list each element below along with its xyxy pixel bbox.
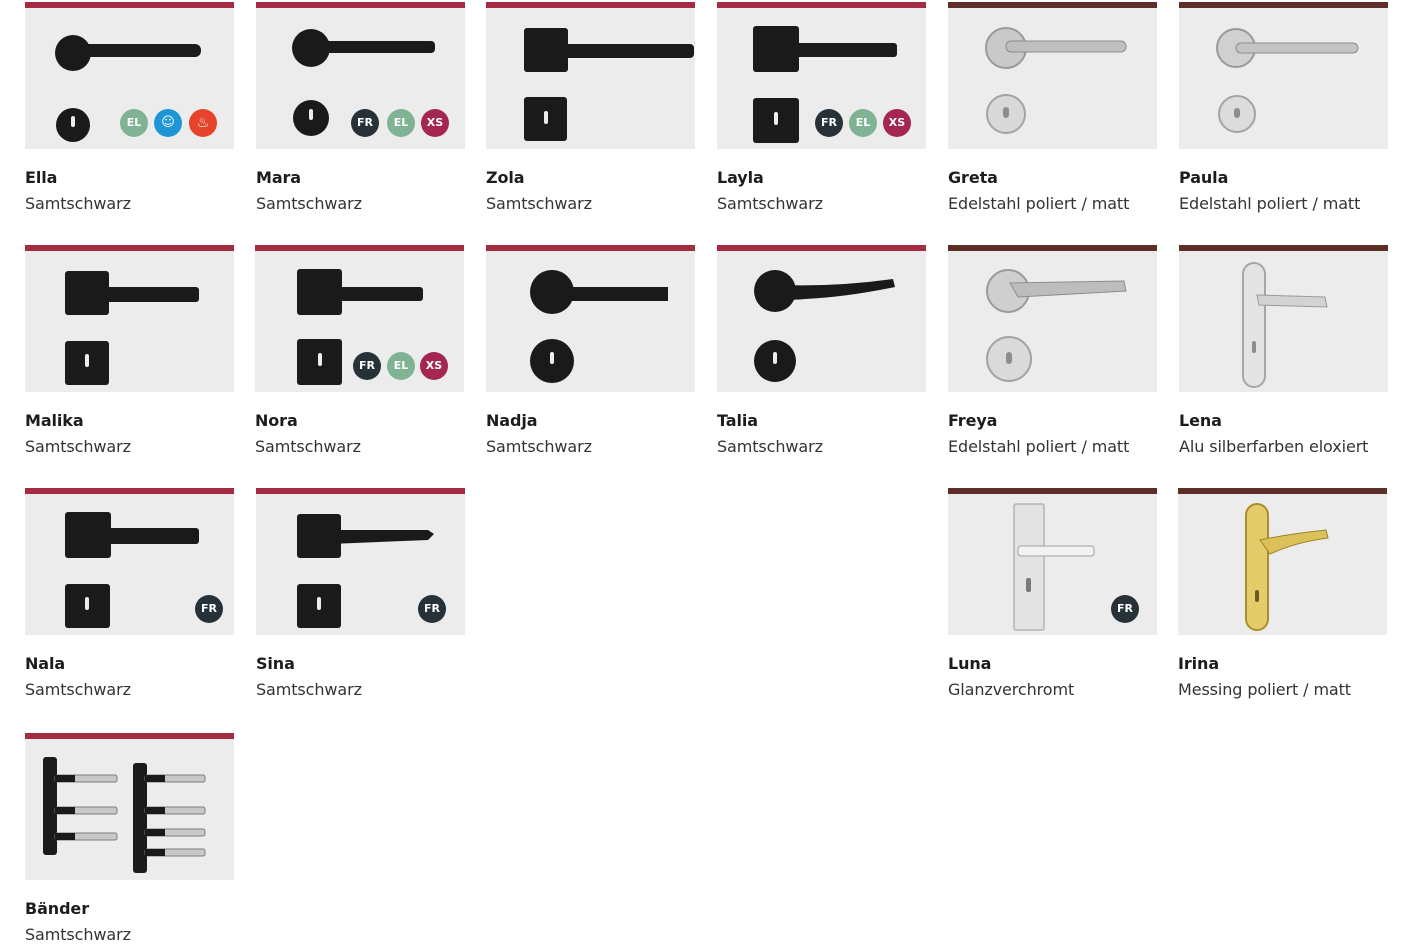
product-card-mara[interactable]: FR EL XS Mara Samtschwarz: [256, 2, 465, 214]
product-image-luna: FR: [948, 494, 1157, 635]
product-name: Bänder: [25, 899, 89, 918]
product-name: Lena: [1179, 411, 1222, 430]
product-card-baender[interactable]: Bänder Samtschwarz: [25, 733, 234, 945]
fr-badge: FR: [353, 352, 381, 380]
product-image-mara: FR EL XS: [256, 8, 465, 149]
product-image-nora: FR EL XS: [255, 251, 464, 392]
product-image-freya: [948, 251, 1157, 392]
product-card-nadja[interactable]: Nadja Samtschwarz: [486, 245, 695, 457]
product-name: Freya: [948, 411, 998, 430]
xs-badge: XS: [420, 352, 448, 380]
el-badge: EL: [387, 109, 415, 137]
product-name: Layla: [717, 168, 764, 187]
product-finish: Samtschwarz: [25, 437, 131, 456]
fr-badge: FR: [418, 595, 446, 623]
product-image-talia: [717, 251, 926, 392]
product-name: Irina: [1178, 654, 1220, 673]
product-image-layla: FR EL XS: [717, 8, 926, 149]
product-card-malika[interactable]: Malika Samtschwarz: [25, 245, 234, 457]
product-card-nora[interactable]: FR EL XS Nora Samtschwarz: [255, 245, 464, 457]
product-finish: Samtschwarz: [717, 194, 823, 213]
el-badge: EL: [387, 352, 415, 380]
product-finish: Edelstahl poliert / matt: [1179, 194, 1361, 213]
product-image-nala: FR: [25, 494, 234, 635]
product-name: Luna: [948, 654, 992, 673]
product-finish: Samtschwarz: [486, 437, 592, 456]
product-card-greta[interactable]: Greta Edelstahl poliert / matt: [948, 2, 1157, 214]
product-finish: Samtschwarz: [25, 680, 131, 699]
product-image-lena: [1179, 251, 1388, 392]
product-card-zola[interactable]: Zola Samtschwarz: [486, 2, 695, 214]
el-badge: EL: [120, 109, 148, 137]
product-name: Paula: [1179, 168, 1229, 187]
product-finish: Samtschwarz: [256, 680, 362, 699]
product-finish: Samtschwarz: [717, 437, 823, 456]
fire-icon: ♨: [189, 109, 217, 137]
product-finish: Edelstahl poliert / matt: [948, 437, 1130, 456]
product-finish: Samtschwarz: [25, 925, 131, 944]
product-name: Greta: [948, 168, 998, 187]
product-card-talia[interactable]: Talia Samtschwarz: [717, 245, 926, 457]
product-card-paula[interactable]: Paula Edelstahl poliert / matt: [1179, 2, 1388, 214]
fr-badge: FR: [1111, 595, 1139, 623]
product-card-irina[interactable]: Irina Messing poliert / matt: [1178, 488, 1387, 700]
product-name: Sina: [256, 654, 295, 673]
product-image-zola: [486, 8, 695, 149]
product-card-freya[interactable]: Freya Edelstahl poliert / matt: [948, 245, 1157, 457]
product-card-ella[interactable]: EL ☺ ♨ Ella Samtschwarz: [25, 2, 234, 214]
product-image-greta: [948, 8, 1157, 149]
fr-badge: FR: [195, 595, 223, 623]
xs-badge: XS: [883, 109, 911, 137]
product-name: Nora: [255, 411, 298, 430]
product-finish: Alu silberfarben eloxiert: [1179, 437, 1369, 456]
product-finish: Edelstahl poliert / matt: [948, 194, 1130, 213]
product-name: Talia: [717, 411, 758, 430]
fr-badge: FR: [815, 109, 843, 137]
product-card-sina[interactable]: FR Sina Samtschwarz: [256, 488, 465, 700]
product-name: Zola: [486, 168, 525, 187]
product-image-irina: [1178, 494, 1387, 635]
product-image-baender: [25, 739, 234, 880]
product-finish: Samtschwarz: [256, 194, 362, 213]
product-image-malika: [25, 251, 234, 392]
product-finish: Messing poliert / matt: [1178, 680, 1351, 699]
product-finish: Samtschwarz: [486, 194, 592, 213]
product-name: Malika: [25, 411, 84, 430]
product-image-sina: FR: [256, 494, 465, 635]
product-name: Nadja: [486, 411, 538, 430]
fr-badge: FR: [351, 109, 379, 137]
child-safety-icon: ☺: [154, 109, 182, 137]
product-image-nadja: [486, 251, 695, 392]
el-badge: EL: [849, 109, 877, 137]
product-finish: Samtschwarz: [25, 194, 131, 213]
product-card-layla[interactable]: FR EL XS Layla Samtschwarz: [717, 2, 926, 214]
product-name: Ella: [25, 168, 58, 187]
product-finish: Samtschwarz: [255, 437, 361, 456]
product-card-luna[interactable]: FR Luna Glanzverchromt: [948, 488, 1157, 700]
product-name: Nala: [25, 654, 66, 673]
product-image-ella: EL ☺ ♨: [25, 8, 234, 149]
product-image-paula: [1179, 8, 1388, 149]
product-card-nala[interactable]: FR Nala Samtschwarz: [25, 488, 234, 700]
product-name: Mara: [256, 168, 302, 187]
product-card-lena[interactable]: Lena Alu silberfarben eloxiert: [1179, 245, 1388, 457]
xs-badge: XS: [421, 109, 449, 137]
product-finish: Glanzverchromt: [948, 680, 1075, 699]
